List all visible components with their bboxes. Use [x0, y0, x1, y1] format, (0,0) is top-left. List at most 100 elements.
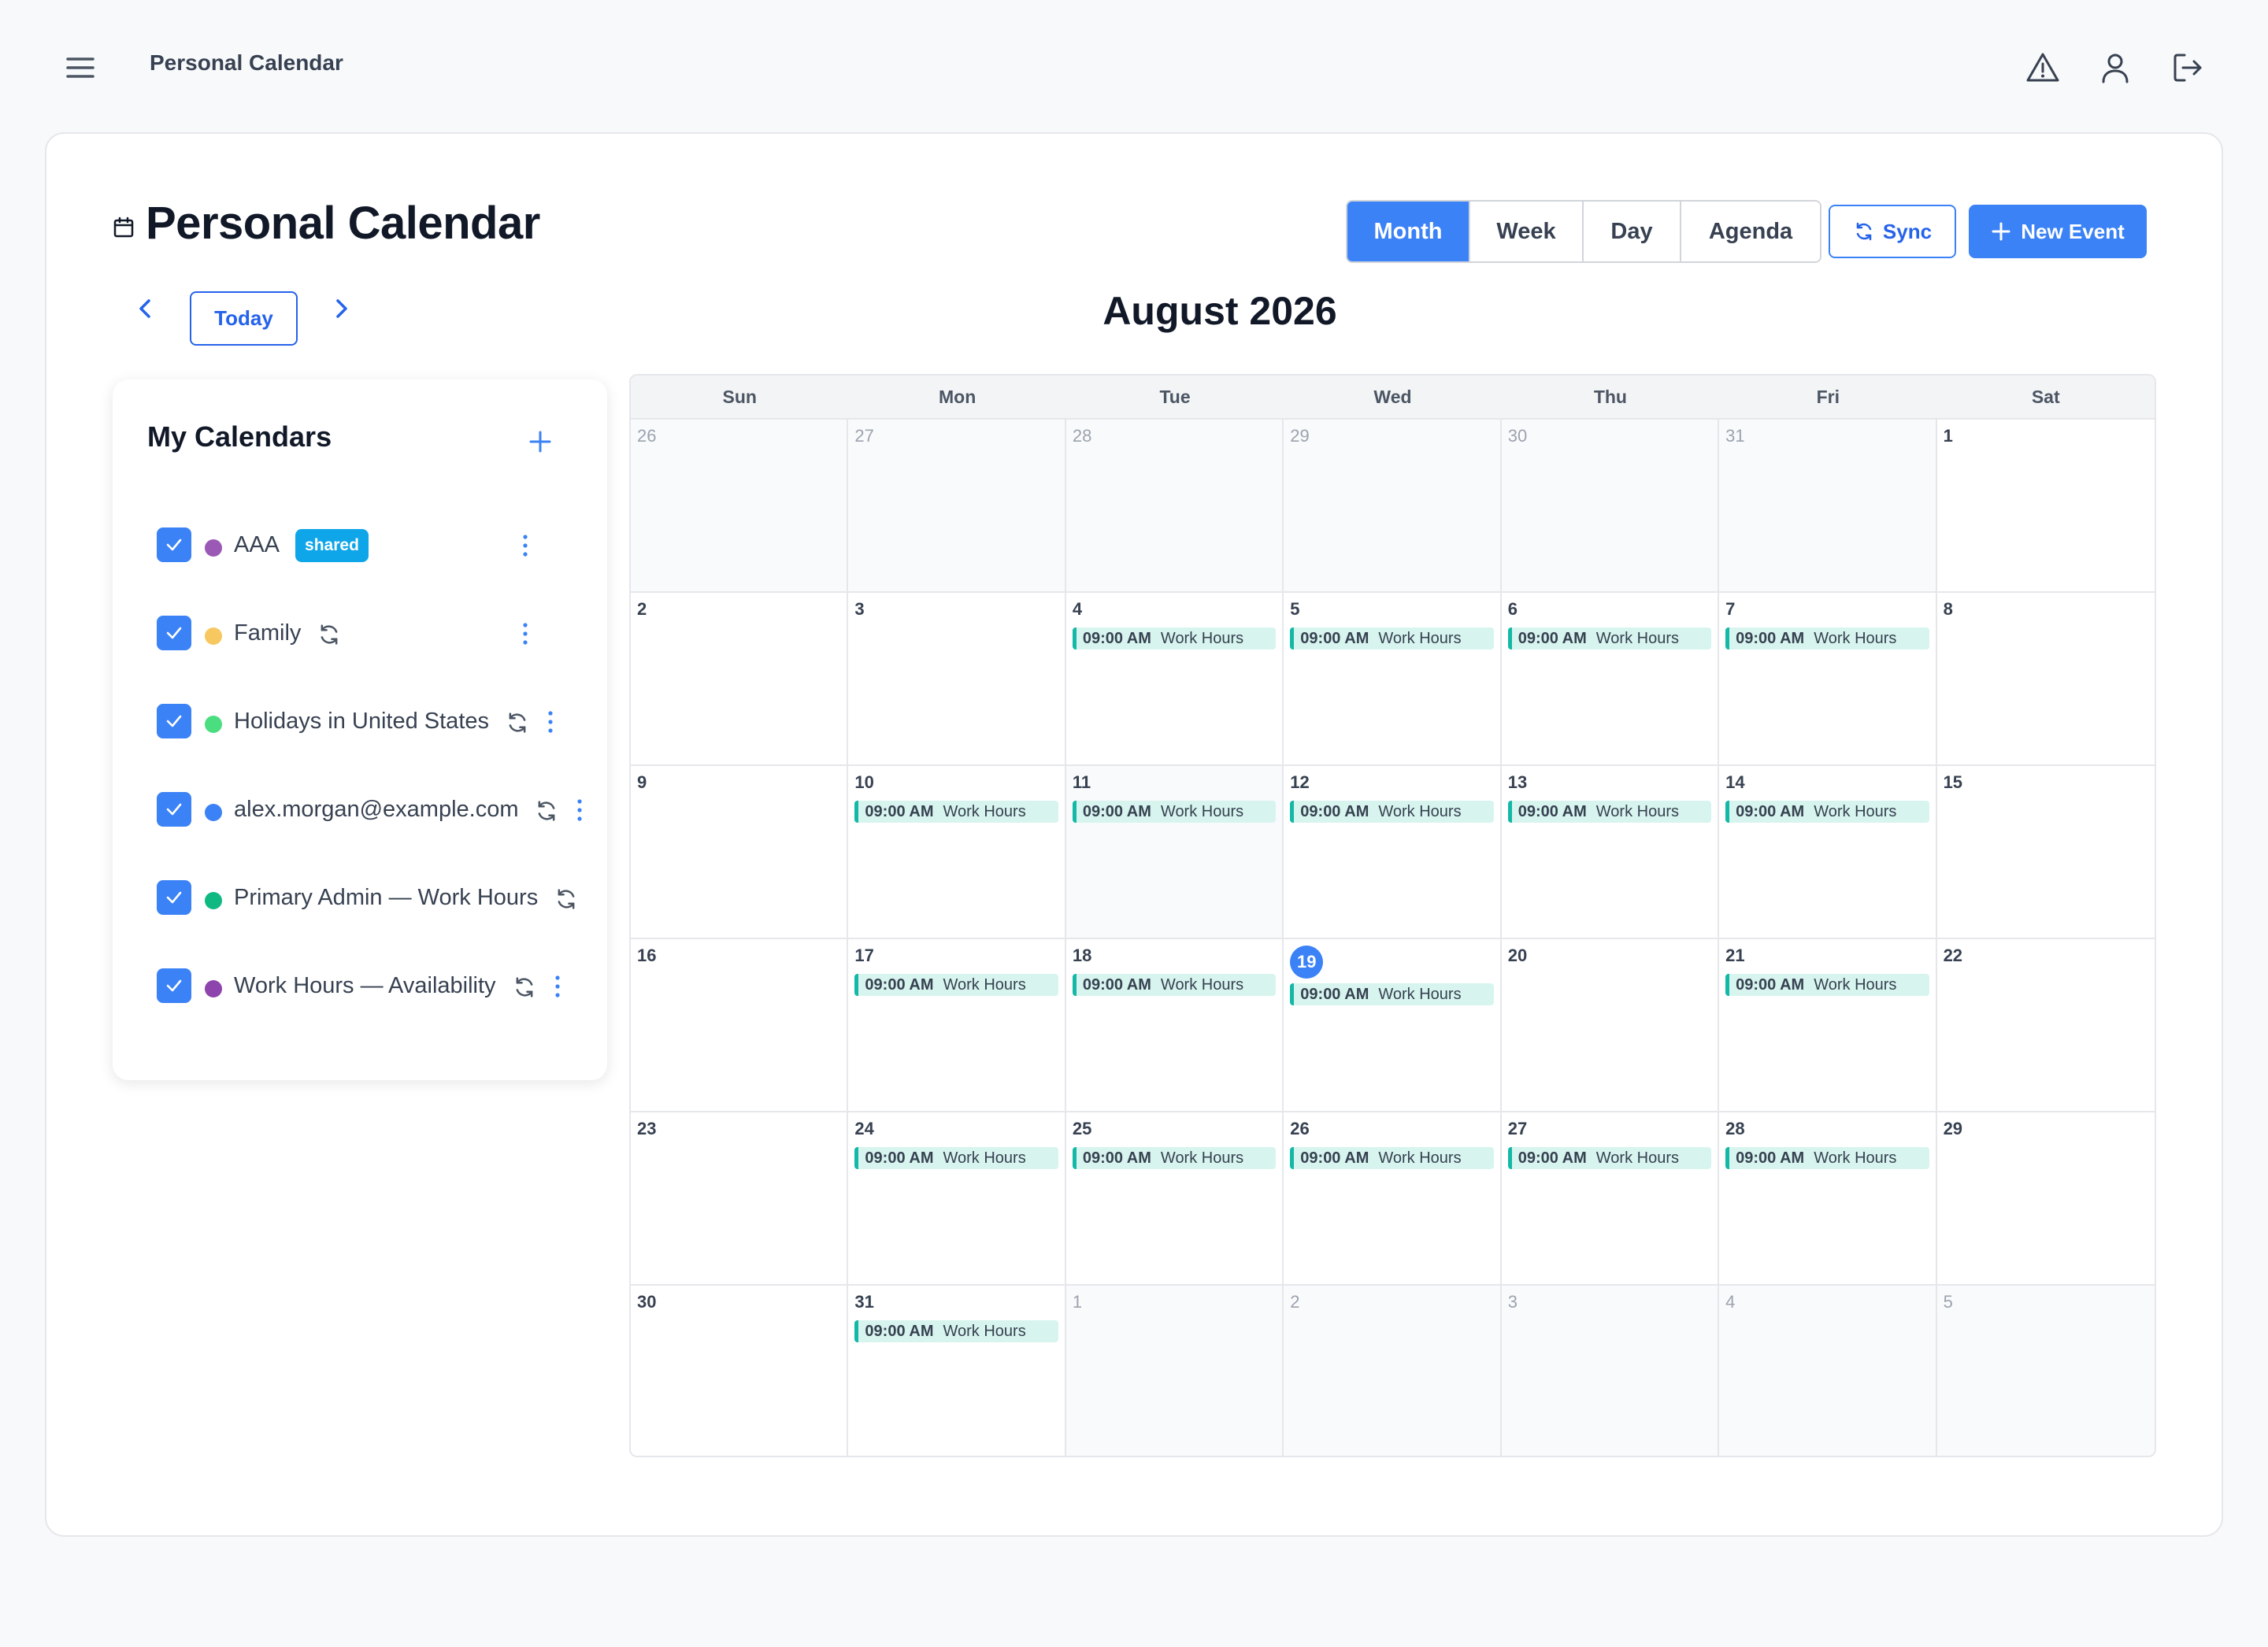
sync-icon[interactable]: [554, 886, 579, 912]
prev-month-button[interactable]: [128, 291, 163, 326]
calendar-item[interactable]: Work Hours — Availability: [157, 967, 582, 1005]
sync-button[interactable]: Sync: [1829, 205, 1956, 258]
calendar-checkbox[interactable]: [157, 792, 191, 827]
calendar-checkbox[interactable]: [157, 968, 191, 1003]
event-chip[interactable]: 09:00 AM Work Hours: [1507, 801, 1712, 824]
day-cell[interactable]: 7 09:00 AM Work Hours: [1719, 593, 1937, 766]
view-month-button[interactable]: Month: [1347, 202, 1470, 261]
event-chip[interactable]: 09:00 AM Work Hours: [1290, 1147, 1494, 1170]
event-chip[interactable]: 09:00 AM Work Hours: [1072, 1147, 1277, 1170]
user-icon[interactable]: [2096, 49, 2134, 87]
calendar-checkbox[interactable]: [157, 704, 191, 738]
day-cell[interactable]: 27 09:00 AM Work Hours: [1501, 1112, 1720, 1286]
warning-icon[interactable]: [2024, 49, 2062, 87]
event-chip[interactable]: 09:00 AM Work Hours: [1725, 1147, 1929, 1170]
event-chip[interactable]: 09:00 AM Work Hours: [1290, 801, 1494, 824]
more-options-icon[interactable]: [550, 973, 565, 1000]
day-cell[interactable]: 2: [1284, 1286, 1502, 1456]
day-cell[interactable]: 26: [631, 420, 849, 593]
date-number: 12: [1290, 772, 1310, 792]
day-cell[interactable]: 28 09:00 AM Work Hours: [1719, 1112, 1937, 1286]
day-cell[interactable]: 15: [1936, 766, 2155, 939]
day-cell[interactable]: 23: [631, 1112, 849, 1286]
event-chip[interactable]: 09:00 AM Work Hours: [1725, 801, 1929, 824]
event-chip[interactable]: 09:00 AM Work Hours: [854, 1320, 1058, 1343]
event-chip[interactable]: 09:00 AM Work Hours: [1725, 627, 1929, 650]
day-cell[interactable]: 19 09:00 AM Work Hours: [1284, 939, 1502, 1112]
calendar-checkbox[interactable]: [157, 616, 191, 650]
day-cell[interactable]: 3: [1501, 1286, 1720, 1456]
event-chip[interactable]: 09:00 AM Work Hours: [1072, 974, 1277, 997]
event-time: 09:00 AM: [1736, 629, 1805, 647]
day-cell[interactable]: 29: [1284, 420, 1502, 593]
day-cell[interactable]: 3: [848, 593, 1066, 766]
event-chip[interactable]: 09:00 AM Work Hours: [1290, 627, 1494, 650]
next-month-button[interactable]: [324, 291, 358, 326]
sync-icon[interactable]: [534, 798, 559, 824]
weekday-label: Mon: [939, 386, 976, 407]
more-options-icon[interactable]: [517, 620, 533, 647]
calendar-checkbox[interactable]: [157, 527, 191, 562]
event-chip[interactable]: 09:00 AM Work Hours: [854, 974, 1058, 997]
sync-icon[interactable]: [505, 710, 530, 735]
menu-icon[interactable]: [63, 50, 98, 85]
today-button[interactable]: Today: [190, 291, 298, 346]
day-cell[interactable]: 10 09:00 AM Work Hours: [848, 766, 1066, 939]
day-cell[interactable]: 24 09:00 AM Work Hours: [848, 1112, 1066, 1286]
day-cell[interactable]: 29: [1936, 1112, 2155, 1286]
day-cell[interactable]: 14 09:00 AM Work Hours: [1719, 766, 1937, 939]
day-cell[interactable]: 1: [1065, 1286, 1284, 1456]
day-cell[interactable]: 30: [1501, 420, 1720, 593]
more-options-icon[interactable]: [543, 709, 558, 735]
day-cell[interactable]: 25 09:00 AM Work Hours: [1065, 1112, 1284, 1286]
day-cell[interactable]: 20: [1501, 939, 1720, 1112]
day-cell[interactable]: 17 09:00 AM Work Hours: [848, 939, 1066, 1112]
day-cell[interactable]: 4 09:00 AM Work Hours: [1065, 593, 1284, 766]
calendar-item[interactable]: Family: [157, 614, 582, 652]
sync-icon[interactable]: [512, 975, 537, 1000]
logout-icon[interactable]: [2169, 49, 2207, 87]
event-chip[interactable]: 09:00 AM Work Hours: [1072, 627, 1277, 650]
day-cell[interactable]: 27: [848, 420, 1066, 593]
day-cell[interactable]: 4: [1719, 1286, 1937, 1456]
day-cell[interactable]: 18 09:00 AM Work Hours: [1065, 939, 1284, 1112]
calendar-item[interactable]: Holidays in United States: [157, 702, 582, 740]
event-chip[interactable]: 09:00 AM Work Hours: [854, 1147, 1058, 1170]
view-day-button[interactable]: Day: [1584, 202, 1681, 261]
day-cell[interactable]: 5: [1936, 1286, 2155, 1456]
day-cell[interactable]: 21 09:00 AM Work Hours: [1719, 939, 1937, 1112]
day-cell[interactable]: 12 09:00 AM Work Hours: [1284, 766, 1502, 939]
day-cell[interactable]: 31 09:00 AM Work Hours: [848, 1286, 1066, 1456]
more-options-icon[interactable]: [572, 797, 587, 824]
day-cell[interactable]: 6 09:00 AM Work Hours: [1501, 593, 1720, 766]
day-cell[interactable]: 5 09:00 AM Work Hours: [1284, 593, 1502, 766]
day-cell[interactable]: 13 09:00 AM Work Hours: [1501, 766, 1720, 939]
day-cell[interactable]: 11 09:00 AM Work Hours: [1065, 766, 1284, 939]
view-agenda-button[interactable]: Agenda: [1681, 202, 1820, 261]
event-chip[interactable]: 09:00 AM Work Hours: [1507, 627, 1712, 650]
day-cell[interactable]: 1: [1936, 420, 2155, 593]
event-chip[interactable]: 09:00 AM Work Hours: [1072, 801, 1277, 824]
event-chip[interactable]: 09:00 AM Work Hours: [1507, 1147, 1712, 1170]
day-cell[interactable]: 31: [1719, 420, 1937, 593]
calendar-item[interactable]: AAA shared: [157, 526, 582, 564]
new-event-button[interactable]: New Event: [1969, 205, 2147, 258]
add-calendar-icon[interactable]: [527, 428, 554, 455]
more-options-icon[interactable]: [517, 532, 533, 559]
day-cell[interactable]: 28: [1065, 420, 1284, 593]
event-chip[interactable]: 09:00 AM Work Hours: [1725, 974, 1929, 997]
calendar-checkbox[interactable]: [157, 880, 191, 915]
view-week-button[interactable]: Week: [1470, 202, 1584, 261]
day-cell[interactable]: 16: [631, 939, 849, 1112]
calendar-item[interactable]: alex.morgan@example.com: [157, 790, 583, 828]
day-cell[interactable]: 22: [1936, 939, 2155, 1112]
day-cell[interactable]: 26 09:00 AM Work Hours: [1284, 1112, 1502, 1286]
sync-icon[interactable]: [317, 622, 342, 647]
day-cell[interactable]: 30: [631, 1286, 849, 1456]
event-chip[interactable]: 09:00 AM Work Hours: [854, 801, 1058, 824]
calendar-item[interactable]: Primary Admin — Work Hours: [157, 879, 582, 916]
day-cell[interactable]: 8: [1936, 593, 2155, 766]
day-cell[interactable]: 9: [631, 766, 849, 939]
day-cell[interactable]: 2: [631, 593, 849, 766]
event-chip[interactable]: 09:00 AM Work Hours: [1290, 983, 1494, 1005]
